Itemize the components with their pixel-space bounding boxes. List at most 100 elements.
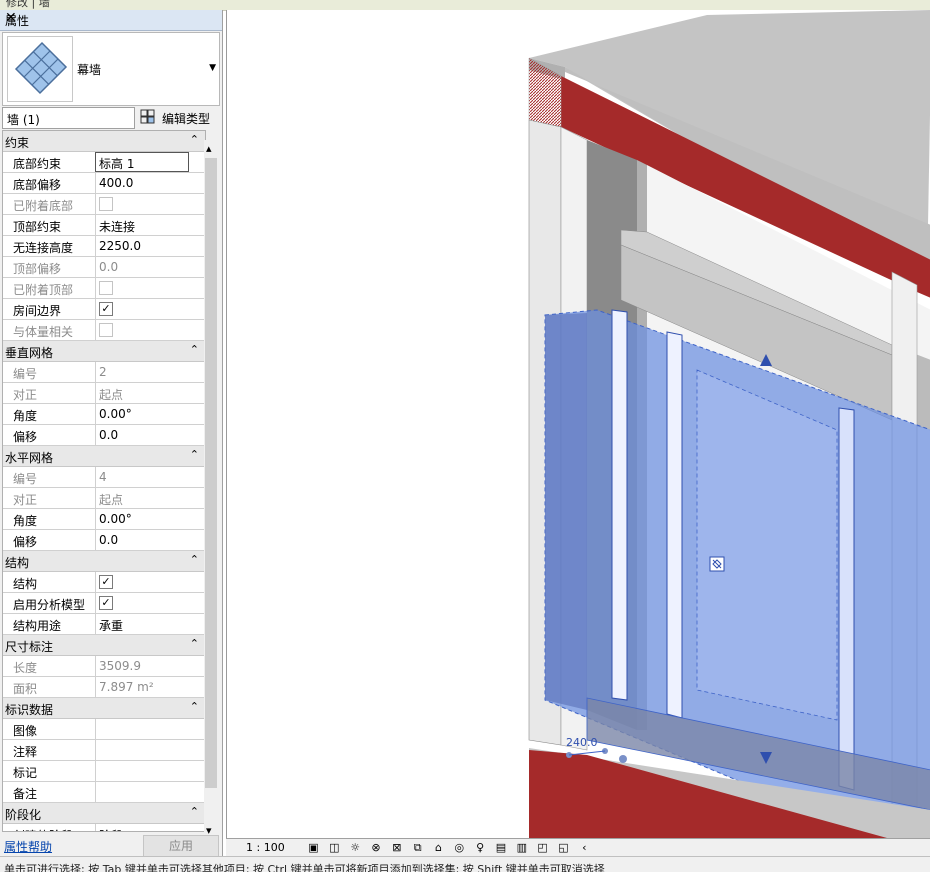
- property-label: 长度: [13, 661, 38, 675]
- property-label: 图像: [13, 724, 38, 738]
- property-label-cell: 备注: [3, 782, 96, 802]
- property-row: 对正 起点: [3, 383, 205, 404]
- property-value-cell[interactable]: 0.00°: [96, 404, 205, 424]
- unlock-view-icon[interactable]: ⌂: [431, 841, 446, 854]
- property-row: 创建的阶段 阶段 1: [3, 824, 205, 831]
- temporary-properties-icon[interactable]: ▤: [493, 841, 508, 854]
- property-row: 与体量相关: [3, 320, 205, 341]
- property-value-cell[interactable]: ✓: [96, 593, 205, 613]
- scroll-up-icon[interactable]: ▴: [206, 142, 212, 155]
- group-header[interactable]: 垂直网格 ⌃: [3, 341, 205, 362]
- property-value-cell[interactable]: 未连接: [96, 215, 205, 235]
- visual-style-icon[interactable]: ◫: [327, 841, 342, 854]
- detail-level-icon[interactable]: ▣: [306, 841, 321, 854]
- property-value-cell[interactable]: [96, 740, 205, 760]
- property-row: 偏移 0.0: [3, 530, 205, 551]
- group-header[interactable]: 标识数据 ⌃: [3, 698, 205, 719]
- properties-scrollbar[interactable]: ▴ ▾: [204, 140, 218, 840]
- group-header[interactable]: 阶段化 ⌃: [3, 803, 205, 824]
- collapse-chevron-icon[interactable]: ⌃: [190, 700, 199, 713]
- highlight-displacement-icon[interactable]: ◱: [556, 841, 571, 854]
- property-label: 顶部约束: [13, 220, 62, 234]
- sun-path-icon[interactable]: ☼: [348, 841, 363, 854]
- dimension-text[interactable]: 240.0: [566, 736, 598, 749]
- property-value: 2: [99, 365, 107, 379]
- palette-title-bar: 属性 ✕: [0, 10, 222, 31]
- checkbox[interactable]: ✓: [99, 596, 113, 610]
- collapse-chevron-icon[interactable]: ⌃: [190, 343, 199, 356]
- temporary-hide-icon[interactable]: ◎: [452, 841, 467, 854]
- collapse-chevron-icon[interactable]: ⌃: [190, 805, 199, 818]
- mullion[interactable]: [611, 309, 628, 701]
- properties-grid: 约束 ⌃ 底部约束 标高 1 底部偏移 400.0 已附着底部 顶部约束 未连接 无连接高度 225…: [2, 130, 206, 832]
- property-row: 已附着底部: [3, 194, 205, 215]
- property-value-cell[interactable]: ✓: [96, 299, 205, 319]
- instance-filter-dropdown[interactable]: 墙 (1) ⌵: [2, 107, 135, 129]
- collapse-chevron-icon[interactable]: ⌃: [190, 448, 199, 461]
- property-label: 偏移: [13, 535, 38, 549]
- group-header[interactable]: 水平网格 ⌃: [3, 446, 205, 467]
- type-selector[interactable]: 幕墙 ▼: [2, 32, 220, 106]
- property-value-cell[interactable]: [96, 782, 205, 802]
- property-row: 编号 2: [3, 362, 205, 383]
- property-label: 结构用途: [13, 619, 62, 633]
- property-value-cell[interactable]: 0.0: [96, 530, 205, 550]
- property-value-cell: 4: [96, 467, 205, 487]
- property-label-cell: 与体量相关: [3, 320, 96, 340]
- property-row: 注释: [3, 740, 205, 761]
- mullion[interactable]: [838, 407, 855, 791]
- property-value-cell[interactable]: 阶段 1: [96, 824, 205, 831]
- property-value-cell[interactable]: 0.0: [96, 425, 205, 445]
- scrollbar-thumb[interactable]: [205, 158, 217, 788]
- property-value-cell[interactable]: ✓: [96, 572, 205, 592]
- collapse-chevron-icon[interactable]: ⌃: [190, 553, 199, 566]
- curtain-wall-thumbnail-icon: [7, 36, 73, 102]
- crop-view-icon[interactable]: ⊠: [389, 841, 404, 854]
- property-value: 0.0: [99, 533, 119, 547]
- collapse-chevron-icon[interactable]: ⌃: [190, 637, 199, 650]
- show-crop-icon[interactable]: ⧉: [410, 841, 425, 855]
- group-header[interactable]: 约束 ⌃: [3, 131, 205, 152]
- mullion[interactable]: [666, 331, 683, 719]
- property-value-cell[interactable]: 400.0: [96, 173, 205, 193]
- edit-type-label: 编辑类型: [162, 112, 211, 126]
- property-label-cell: 注释: [3, 740, 96, 760]
- close-icon[interactable]: ✕: [5, 10, 216, 26]
- property-label-cell: 已附着顶部: [3, 278, 96, 298]
- analytical-model-icon[interactable]: ◰: [535, 841, 550, 854]
- group-header[interactable]: 结构 ⌃: [3, 551, 205, 572]
- property-value-cell: [96, 194, 205, 214]
- property-label: 已附着底部: [13, 199, 74, 213]
- property-value-cell[interactable]: 标高 1: [95, 152, 189, 172]
- property-value-cell[interactable]: 2250.0: [96, 236, 205, 256]
- property-value-cell[interactable]: [96, 719, 205, 739]
- property-value: 0.00°: [99, 512, 132, 526]
- checkbox[interactable]: ✓: [99, 575, 113, 589]
- property-value-cell[interactable]: [96, 761, 205, 781]
- collapse-icon[interactable]: ‹: [577, 841, 592, 854]
- property-value: 未连接: [99, 220, 136, 234]
- chevron-down-icon: ⌵: [7, 110, 15, 121]
- apply-button[interactable]: 应用: [143, 835, 219, 857]
- property-value-cell[interactable]: 承重: [96, 614, 205, 634]
- property-row: 已附着顶部: [3, 278, 205, 299]
- property-label-cell: 图像: [3, 719, 96, 739]
- group-title: 约束: [5, 136, 30, 150]
- property-row: 对正 起点: [3, 488, 205, 509]
- view-scale[interactable]: 1 : 100: [246, 841, 285, 854]
- worksharing-icon[interactable]: ▥: [514, 841, 529, 854]
- chevron-down-icon[interactable]: ▼: [209, 63, 216, 73]
- property-value-cell[interactable]: 0.00°: [96, 509, 205, 529]
- property-value-cell: 2: [96, 362, 205, 382]
- property-row: 长度 3509.9: [3, 656, 205, 677]
- property-value: 起点: [99, 388, 124, 402]
- property-label: 对正: [13, 388, 38, 402]
- checkbox[interactable]: ✓: [99, 302, 113, 316]
- properties-help-link[interactable]: 属性帮助: [4, 838, 52, 855]
- collapse-chevron-icon[interactable]: ⌃: [190, 133, 199, 146]
- group-header[interactable]: 尺寸标注 ⌃: [3, 635, 205, 656]
- shadows-icon[interactable]: ⊗: [368, 841, 383, 854]
- reveal-hidden-icon[interactable]: ♀: [473, 841, 488, 854]
- 3d-view-canvas[interactable]: 240.0: [226, 10, 930, 838]
- property-row: 底部偏移 400.0: [3, 173, 205, 194]
